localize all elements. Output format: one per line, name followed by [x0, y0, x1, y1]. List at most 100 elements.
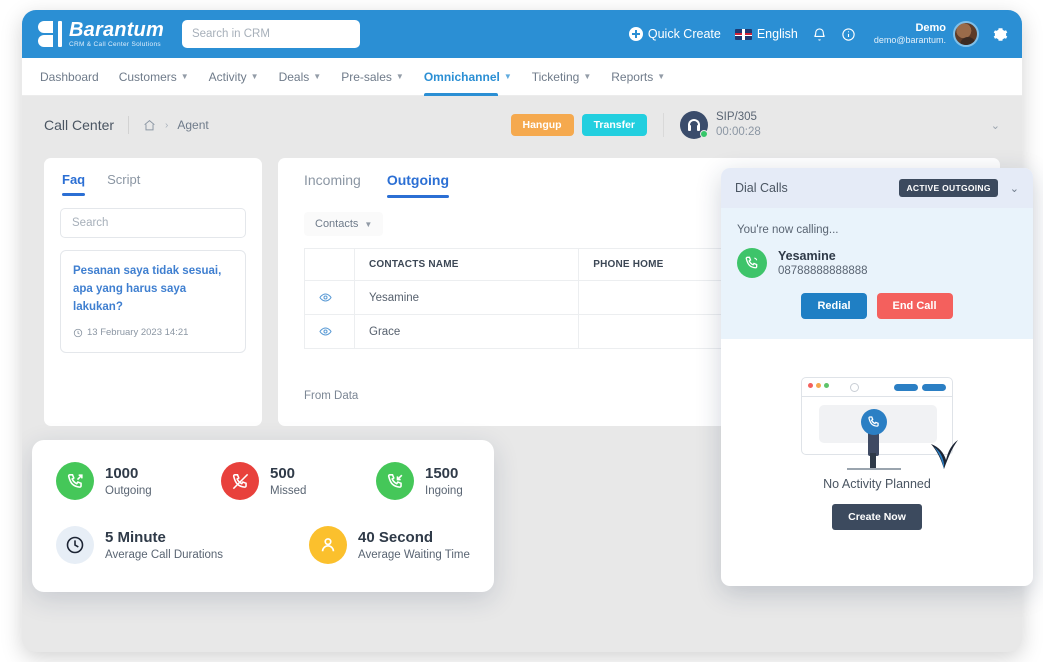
breadcrumb-agent[interactable]: Agent — [177, 118, 208, 132]
app-logo[interactable]: Barantum CRM & Call Center Solutions — [38, 20, 164, 49]
chevron-down-icon[interactable]: ⌄ — [1010, 182, 1019, 195]
dial-calls-body: You're now calling... Yesamine 087888888… — [721, 208, 1033, 339]
chevron-down-icon: ▼ — [503, 72, 512, 81]
stat-value: 40 Second — [358, 528, 434, 546]
quick-create-button[interactable]: Quick Create — [628, 27, 721, 41]
stat-outgoing: 1000 Outgoing — [56, 462, 221, 500]
redial-button[interactable]: Redial — [801, 293, 867, 319]
stat-label: Average Call Durations — [105, 549, 224, 562]
faq-timestamp: 13 February 2023 14:21 — [87, 327, 189, 339]
stat-label: Average Waiting Time — [358, 549, 470, 562]
chevron-down-icon: ▼ — [180, 72, 189, 81]
status-badge: ACTIVE OUTGOING — [899, 179, 998, 197]
nav-item-activity[interactable]: Activity ▼ — [209, 58, 259, 96]
breadcrumb-separator: › — [165, 119, 169, 131]
chevron-down-icon: ▼ — [657, 72, 666, 81]
user-name: Demo — [915, 21, 946, 34]
main-navigation: Dashboard Customers ▼ Activity ▼ Deals ▼… — [22, 58, 1022, 96]
user-email: demo@barantum. — [873, 35, 946, 46]
nav-label: Dashboard — [40, 69, 99, 84]
chevron-down-icon: ▼ — [250, 72, 259, 81]
stat-ingoing: 1500 Ingoing — [376, 462, 463, 500]
nav-item-reports[interactable]: Reports ▼ — [611, 58, 665, 96]
contacts-filter-dropdown[interactable]: Contacts ▼ — [304, 212, 384, 236]
callee-info: Yesamine 08788888888888 — [737, 248, 1017, 278]
clock-icon — [73, 328, 83, 338]
search-input[interactable]: Search in CRM — [181, 20, 360, 48]
chevron-down-icon: ▼ — [313, 72, 322, 81]
contacts-filter-label: Contacts — [315, 218, 359, 230]
faq-search-placeholder: Search — [72, 217, 109, 229]
row-view-action[interactable] — [304, 280, 355, 315]
phone-missed-icon — [221, 462, 259, 500]
call-stats-card: 1000 Outgoing 500 Missed 1500 Ingoing 5 … — [32, 440, 494, 592]
brand-name: Barantum — [69, 18, 164, 41]
nav-item-dashboard[interactable]: Dashboard — [40, 58, 99, 96]
user-menu[interactable]: Demo demo@barantum. — [874, 21, 979, 47]
plant-decoration-icon — [931, 440, 958, 469]
create-now-button[interactable]: Create Now — [832, 504, 922, 530]
language-label: English — [756, 27, 798, 41]
chevron-down-icon[interactable]: ⌄ — [991, 119, 1000, 132]
search-placeholder: Search in CRM — [191, 28, 270, 40]
divider — [663, 113, 665, 137]
home-icon[interactable] — [143, 119, 156, 132]
sip-status: SIP/305 00:00:28 — [680, 110, 761, 140]
stat-value: 500 — [270, 464, 296, 482]
hangup-button[interactable]: Hangup — [510, 114, 574, 136]
headset-avatar-icon — [680, 111, 709, 139]
callee-number: 08788888888888 — [778, 265, 868, 277]
tab-incoming[interactable]: Incoming — [304, 172, 361, 198]
dial-calls-title: Dial Calls — [735, 181, 788, 195]
calling-status-text: You're now calling... — [737, 224, 839, 236]
end-call-button[interactable]: End Call — [876, 293, 953, 319]
stat-value: 1000 — [105, 464, 139, 482]
tab-outgoing[interactable]: Outgoing — [386, 172, 450, 198]
info-icon[interactable] — [841, 27, 856, 42]
cell-contacts-name: Yesamine — [353, 280, 580, 315]
chevron-down-icon: ▼ — [395, 72, 404, 81]
dial-calls-panel: Dial Calls ACTIVE OUTGOING ⌄ You're now … — [721, 168, 1033, 586]
quick-create-label: Quick Create — [647, 27, 721, 41]
divider — [128, 116, 130, 134]
barantum-logo-icon — [38, 21, 62, 47]
language-selector[interactable]: English — [734, 27, 798, 41]
tab-script[interactable]: Script — [107, 172, 140, 196]
transfer-button[interactable]: Transfer — [581, 114, 648, 136]
empty-state-illustration — [801, 377, 958, 470]
stat-label: Missed — [270, 485, 307, 498]
nav-label: Omnichannel — [423, 69, 500, 84]
gear-icon[interactable] — [993, 27, 1008, 42]
phone-outgoing-icon — [56, 462, 94, 500]
uk-flag-icon — [734, 28, 752, 40]
stat-missed: 500 Missed — [221, 462, 376, 500]
phone-incoming-icon — [376, 462, 414, 500]
stat-value: 5 Minute — [105, 528, 166, 546]
brand-tagline: CRM & Call Center Solutions — [69, 40, 161, 48]
notifications-bell-icon[interactable] — [812, 27, 827, 42]
row-view-action[interactable] — [304, 314, 355, 349]
dial-calls-header: Dial Calls ACTIVE OUTGOING ⌄ — [721, 168, 1033, 208]
users-icon — [309, 526, 347, 564]
stat-label: Ingoing — [425, 485, 463, 498]
faq-search-input[interactable]: Search — [60, 208, 246, 238]
faq-question: Pesanan saya tidak sesuai, apa yang haru… — [73, 265, 222, 313]
nav-item-omnichannel[interactable]: Omnichannel ▼ — [423, 58, 512, 96]
phone-icon — [861, 409, 887, 435]
stat-label: Outgoing — [105, 485, 152, 498]
nav-item-pre-sales[interactable]: Pre-sales ▼ — [341, 58, 404, 96]
nav-label: Deals — [278, 69, 310, 84]
nav-item-customers[interactable]: Customers ▼ — [119, 58, 189, 96]
online-dot — [700, 130, 709, 138]
eye-icon[interactable] — [319, 325, 340, 338]
avatar[interactable] — [953, 21, 979, 47]
nav-item-ticketing[interactable]: Ticketing ▼ — [532, 58, 592, 96]
stat-avg-waiting-time: 40 Second Average Waiting Time — [309, 526, 470, 564]
chevron-down-icon: ▼ — [364, 219, 373, 229]
faq-item[interactable]: Pesanan saya tidak sesuai, apa yang haru… — [60, 250, 246, 354]
clock-icon — [56, 526, 94, 564]
eye-icon[interactable] — [319, 291, 340, 304]
phone-call-icon — [737, 248, 767, 278]
tab-faq[interactable]: Faq — [62, 172, 86, 196]
nav-item-deals[interactable]: Deals ▼ — [279, 58, 322, 96]
